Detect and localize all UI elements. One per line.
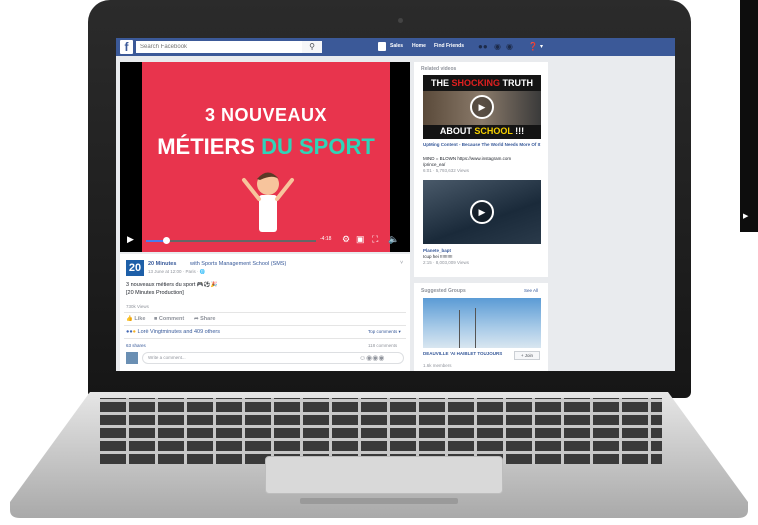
related-video-desc-1: MIND = BLOWN https://www.instagram.com bbox=[423, 156, 512, 161]
play-icon[interactable]: ▶ bbox=[743, 212, 748, 220]
group-cover-image[interactable] bbox=[423, 298, 541, 348]
group-members: 1.6k members bbox=[423, 363, 452, 368]
user-avatar bbox=[126, 352, 138, 364]
messages-icon[interactable]: ◉ bbox=[494, 42, 501, 52]
like-label: Like bbox=[134, 316, 146, 322]
thumb-top-text-1: THE bbox=[430, 78, 452, 88]
flagpole bbox=[475, 308, 476, 348]
settings-gear-icon[interactable]: ⚙ bbox=[342, 234, 350, 245]
post-options-chevron-icon[interactable]: ˅ bbox=[400, 260, 403, 266]
reactions-summary[interactable]: ●●● Lorè Vingtminutes and 409 others bbox=[126, 329, 220, 335]
cartoon-character bbox=[242, 172, 294, 232]
account-menu-chevron-icon[interactable]: ▾ bbox=[540, 42, 543, 52]
thumb-bottom-text-3: !!! bbox=[512, 126, 525, 136]
related-video-title-2[interactable]: Planete_bapt bbox=[423, 248, 451, 253]
keyboard-rows bbox=[100, 398, 662, 464]
page-avatar[interactable]: 20 bbox=[126, 260, 144, 276]
post-with[interactable]: with Sports Management School (SMS) bbox=[190, 261, 286, 267]
play-circle-icon[interactable]: ▶ bbox=[470, 95, 494, 119]
thumb-top-text-2: SHOCKING bbox=[451, 78, 501, 88]
post-author[interactable]: 20 Minutes bbox=[148, 261, 176, 267]
video-title-word: MÉTIERS bbox=[157, 134, 255, 159]
related-video-thumbnail-1[interactable]: THE SHOCKING TRUTH ▶ ABOUT SCHOOL !!! bbox=[423, 75, 541, 139]
divider bbox=[124, 338, 406, 339]
thumb-bottom-text-1: ABOUT bbox=[439, 126, 475, 136]
related-videos-panel: Related videos THE SHOCKING TRUTH ▶ ABOU… bbox=[414, 62, 548, 277]
play-circle-icon[interactable]: ▶ bbox=[470, 200, 494, 224]
like-icon: 👍 bbox=[126, 316, 133, 322]
related-heading: Related videos bbox=[421, 66, 457, 72]
emoji-icons[interactable]: ☺◉◉◉ bbox=[359, 354, 384, 362]
screen: f ⚲ Sales Home Find Friends ●● ◉ ◉ ❓ ▾ 3… bbox=[116, 38, 675, 371]
profile-link[interactable]: Sales bbox=[390, 43, 403, 49]
related-video-title-1[interactable]: UpMing Content - Because The World Needs… bbox=[423, 142, 541, 147]
webcam bbox=[398, 18, 403, 23]
related-video-stats-1: 6:01 · 5,793,632 Views bbox=[423, 168, 469, 173]
video-title-line1: 3 NOUVEAUX bbox=[204, 105, 328, 125]
view-count: 730k Views bbox=[126, 304, 149, 309]
divider bbox=[124, 325, 406, 326]
search-input[interactable] bbox=[136, 41, 322, 53]
comment-input[interactable]: Write a comment... ☺◉◉◉ bbox=[142, 352, 404, 364]
share-icon: ➦ bbox=[194, 316, 199, 322]
facebook-topbar: f ⚲ Sales Home Find Friends ●● ◉ ◉ ❓ ▾ bbox=[116, 38, 675, 56]
post-text-2: [20 Minutes Production] bbox=[126, 290, 184, 296]
share-button[interactable]: ➦ Share bbox=[194, 316, 215, 322]
comment-button[interactable]: ■ Comment bbox=[154, 316, 184, 322]
video-player[interactable]: 3 NOUVEAUX MÉTIERS DU SPORT ▶ -4:18 ⚙ ▣ bbox=[120, 62, 410, 252]
reactions-text: Lorè Vingtminutes and 409 others bbox=[137, 329, 220, 335]
thumb-top-text: THE SHOCKING TRUTH bbox=[423, 78, 541, 88]
comments-count[interactable]: 118 comments bbox=[368, 343, 397, 348]
home-link[interactable]: Home bbox=[412, 43, 426, 49]
see-all-link[interactable]: See All bbox=[524, 288, 538, 293]
avatar[interactable] bbox=[378, 42, 386, 51]
post-text: 3 nouveaux métiers du sport 🎮⚽🎉 bbox=[126, 282, 218, 288]
help-icon[interactable]: ❓ bbox=[528, 42, 538, 52]
video-frame: 3 NOUVEAUX MÉTIERS DU SPORT bbox=[142, 62, 390, 252]
share-label: Share bbox=[200, 316, 216, 322]
facebook-logo[interactable]: f bbox=[120, 40, 133, 54]
post-meta: 13 June at 12:00 · Paris · 🌐 bbox=[148, 269, 206, 274]
comment-placeholder: Write a comment... bbox=[148, 355, 186, 360]
find-friends-link[interactable]: Find Friends bbox=[434, 43, 464, 49]
volume-icon[interactable]: 🔈 bbox=[388, 234, 399, 245]
search-icon[interactable]: ⚲ bbox=[302, 41, 322, 53]
friend-requests-icon[interactable]: ●● bbox=[478, 42, 488, 52]
thumb-top-text-3: TRUTH bbox=[500, 78, 534, 88]
fullscreen-icon[interactable]: ⛶ bbox=[372, 234, 378, 245]
progress-handle[interactable] bbox=[163, 237, 171, 244]
join-group-button[interactable]: + Join bbox=[514, 351, 540, 360]
reaction-icons: ●● bbox=[126, 329, 133, 335]
related-video-desc-1b: /prince_ea/ bbox=[423, 162, 446, 167]
play-icon[interactable]: ▶ bbox=[127, 234, 134, 245]
progress-bar[interactable] bbox=[146, 237, 316, 244]
post-card: 20 20 Minutes with Sports Management Sch… bbox=[120, 254, 410, 371]
thumb-bottom-text-2: SCHOOL bbox=[474, 126, 513, 136]
comment-icon: ■ bbox=[154, 316, 158, 322]
notifications-icon[interactable]: ◉ bbox=[506, 42, 513, 52]
shares-count[interactable]: 63 shares bbox=[126, 343, 146, 348]
related-video-desc-2: Icup hei !!!!!!!!!! bbox=[423, 254, 453, 259]
flagpole bbox=[459, 310, 460, 348]
top-comments-dropdown[interactable]: Top comments ▾ bbox=[368, 329, 401, 335]
side-video-panel: ▶ bbox=[740, 0, 758, 232]
related-video-thumbnail-2[interactable]: ▶ bbox=[423, 180, 541, 244]
time-remaining: -4:18 bbox=[320, 236, 332, 242]
trackpad bbox=[265, 456, 503, 494]
group-name[interactable]: DEAUVILLE 'AI HAIBLET TOUJOURS bbox=[423, 351, 503, 356]
picture-in-picture-icon[interactable]: ▣ bbox=[356, 234, 365, 245]
thumb-bottom-text: ABOUT SCHOOL !!! bbox=[423, 126, 541, 136]
video-title-line2: MÉTIERS DU SPORT bbox=[142, 134, 390, 160]
like-button[interactable]: 👍 Like bbox=[126, 316, 145, 322]
comment-label: Comment bbox=[158, 316, 185, 322]
reaction-haha-icon: ● bbox=[132, 329, 136, 335]
groups-heading: Suggested Groups bbox=[421, 288, 466, 294]
video-title-accent: DU SPORT bbox=[261, 134, 375, 159]
related-video-stats-2: 2:15 · 8,003,009 Views bbox=[423, 260, 469, 265]
video-controls: ▶ -4:18 ⚙ ▣ ⛶ 🔈 bbox=[120, 230, 410, 252]
suggested-groups-panel: Suggested Groups See All DEAUVILLE 'AI H… bbox=[414, 283, 548, 371]
divider bbox=[124, 312, 406, 313]
